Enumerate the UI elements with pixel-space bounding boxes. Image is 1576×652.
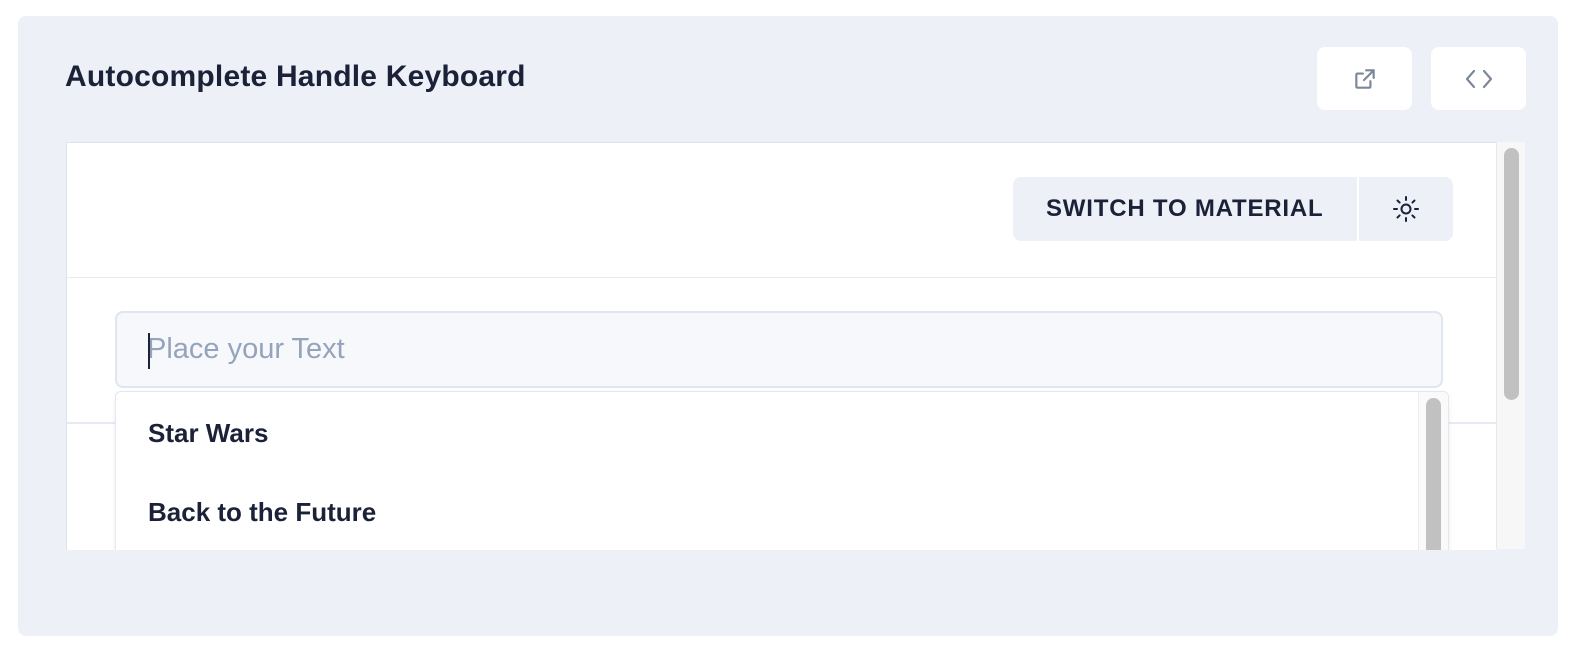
text-caret [148, 333, 150, 369]
autocomplete-dropdown: Star Wars Back to the Future [115, 391, 1449, 550]
autocomplete-field[interactable] [115, 311, 1443, 388]
demo-preview: SWITCH TO MATERIAL Place your Text Star … [66, 142, 1498, 550]
sun-icon [1392, 196, 1419, 222]
switch-group: SWITCH TO MATERIAL [1013, 177, 1453, 241]
dropdown-scrollbar-thumb[interactable] [1426, 398, 1441, 550]
switch-to-material-button[interactable]: SWITCH TO MATERIAL [1013, 177, 1357, 241]
dropdown-scrollbar[interactable] [1418, 392, 1448, 550]
code-brackets-icon [1465, 69, 1492, 88]
panel-title: Autocomplete Handle Keyboard [65, 60, 526, 93]
theme-toggle-button[interactable] [1359, 177, 1453, 241]
preview-toolbar: SWITCH TO MATERIAL [67, 143, 1497, 278]
option-star-wars[interactable]: Star Wars [148, 418, 268, 449]
view-code-button[interactable] [1431, 47, 1526, 110]
preview-scrollbar-thumb[interactable] [1504, 148, 1519, 400]
preview-scrollbar[interactable] [1496, 142, 1525, 549]
autocomplete-input[interactable] [147, 313, 1427, 386]
demo-panel: Autocomplete Handle Keyboard SWITCH TO M… [18, 16, 1558, 636]
option-back-to-the-future[interactable]: Back to the Future [148, 497, 376, 528]
external-link-icon [1354, 68, 1375, 89]
open-in-new-button[interactable] [1317, 47, 1412, 110]
